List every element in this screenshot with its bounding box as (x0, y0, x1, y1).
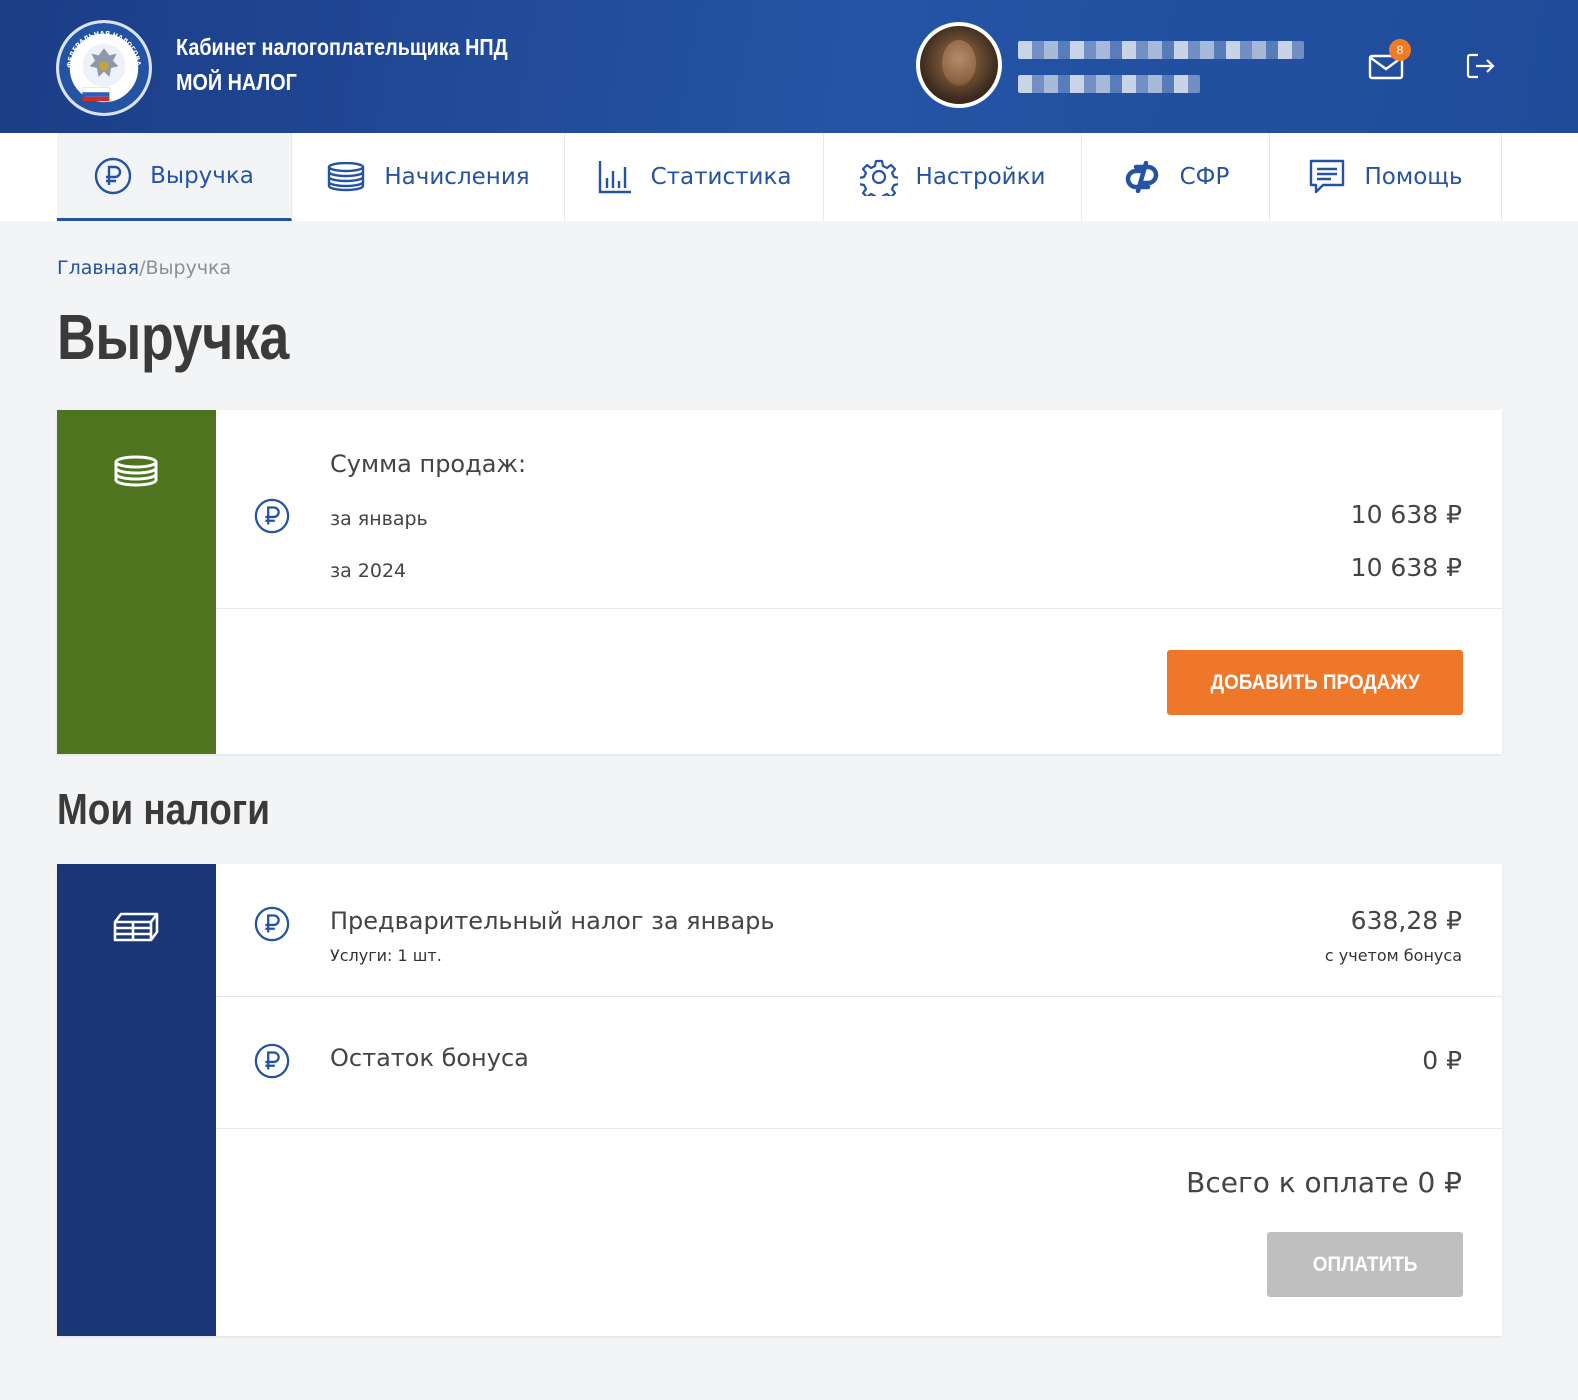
ruble-circle-icon (254, 1043, 290, 1079)
ruble-circle-icon (254, 498, 290, 534)
logout-icon[interactable] (1465, 50, 1497, 82)
tab-accruals-label: Начисления (384, 164, 530, 190)
tab-statistics[interactable]: Статистика (565, 133, 824, 221)
sales-card: Сумма продаж: за январь 10 638 ₽ за 2024… (57, 410, 1502, 754)
tab-statistics-label: Статистика (650, 164, 792, 190)
user-name-redacted (1018, 41, 1304, 59)
total-due: Всего к оплате 0 ₽ (1186, 1166, 1462, 1199)
bonus-note: с учетом бонуса (1324, 946, 1462, 965)
tab-revenue[interactable]: Выручка (57, 133, 292, 221)
tab-settings-label: Настройки (915, 164, 1046, 190)
sales-card-side (57, 410, 216, 754)
fns-logo[interactable]: ФЕДЕРАЛЬНАЯ НАЛОГОВАЯ СЛУЖБА (56, 20, 152, 116)
ruble-circle-icon (254, 906, 290, 942)
sales-heading: Сумма продаж: (330, 450, 527, 478)
coins-stack-icon (114, 455, 158, 487)
sales-year-value: 10 638 ₽ (1350, 553, 1462, 582)
preliminary-tax-label: Предварительный налог за январь (330, 907, 775, 935)
page-title: Выручка (57, 301, 289, 373)
tab-settings[interactable]: Настройки (824, 133, 1082, 221)
sales-month-label: за январь (330, 508, 428, 530)
preliminary-tax-value: 638,28 ₽ (1350, 906, 1462, 935)
breadcrumb-current: Выручка (145, 257, 232, 279)
notification-badge: 8 (1389, 39, 1411, 61)
services-count: Услуги: 1 шт. (330, 946, 442, 965)
main-nav: Выручка Начисления Статистика Настройки … (0, 133, 1578, 221)
bar-chart-icon (598, 161, 631, 194)
app-title: Кабинет налогоплательщика НПД МОЙ НАЛОГ (176, 30, 508, 100)
tab-revenue-label: Выручка (150, 162, 254, 189)
tab-sfr[interactable]: СФР (1082, 133, 1270, 221)
taxes-card-side (57, 864, 216, 1336)
app-header: ФЕДЕРАЛЬНАЯ НАЛОГОВАЯ СЛУЖБА Кабинет нал… (0, 0, 1578, 133)
breadcrumb: Главная/Выручка (57, 257, 231, 279)
tab-help-label: Помощь (1364, 164, 1463, 190)
user-avatar[interactable] (916, 22, 1002, 108)
breadcrumb-home[interactable]: Главная (57, 257, 139, 279)
user-inn-redacted (1018, 75, 1200, 93)
bonus-remaining-value: 0 ₽ (1422, 1046, 1462, 1075)
taxes-card: Предварительный налог за январь Услуги: … (57, 864, 1502, 1336)
bonus-remaining-label: Остаток бонуса (330, 1044, 529, 1072)
sales-year-label: за 2024 (330, 560, 407, 582)
taxes-heading: Мои налоги (57, 785, 270, 834)
cabinet-title: Кабинет налогоплательщика НПД (176, 34, 508, 60)
sales-month-value: 10 638 ₽ (1350, 500, 1462, 529)
tab-sfr-label: СФР (1179, 164, 1230, 190)
divider (216, 1128, 1502, 1129)
sfr-logo-icon (1125, 161, 1158, 193)
tab-help[interactable]: Помощь (1270, 133, 1502, 221)
gear-icon (859, 159, 898, 196)
banknotes-icon (113, 912, 159, 942)
divider (216, 996, 1502, 997)
tab-accruals[interactable]: Начисления (292, 133, 565, 221)
pay-button[interactable]: ОПЛАТИТЬ (1267, 1232, 1463, 1297)
add-sale-button[interactable]: ДОБАВИТЬ ПРОДАЖУ (1167, 650, 1463, 715)
coins-stack-icon (328, 162, 365, 192)
ruble-circle-icon (94, 157, 132, 194)
chat-icon (1310, 159, 1345, 194)
divider (216, 608, 1502, 609)
service-name: МОЙ НАЛОГ (176, 69, 297, 95)
